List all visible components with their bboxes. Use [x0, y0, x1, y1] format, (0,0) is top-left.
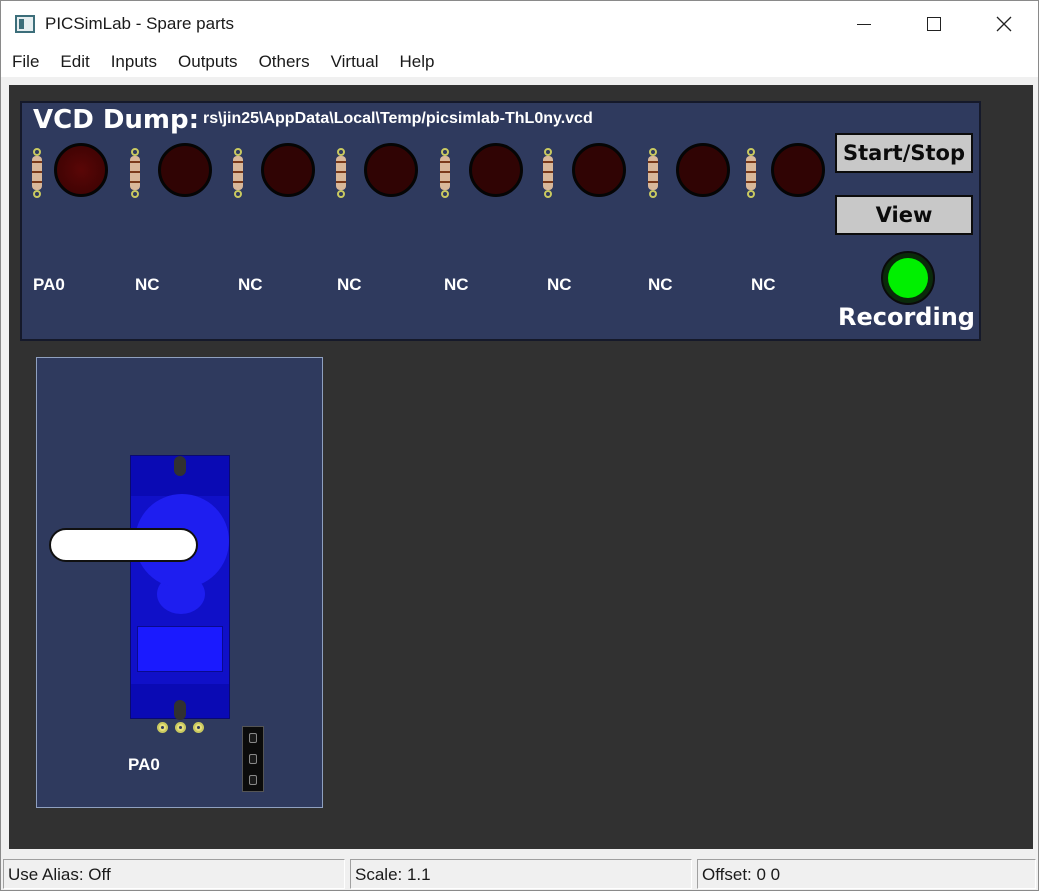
start-stop-button[interactable]: Start/Stop [835, 133, 973, 173]
mount-hole [174, 456, 186, 476]
menu-help[interactable]: Help [399, 52, 434, 72]
resistor-icon [233, 148, 243, 198]
channel-label: NC [444, 275, 469, 294]
vcd-dump-part[interactable]: VCD Dump: rs\jin25\AppData\Local\Temp/pi… [20, 101, 981, 341]
resistor-icon [336, 148, 346, 198]
resistor-icon [440, 148, 450, 198]
pin-header-connector [242, 726, 264, 792]
minimize-icon [857, 23, 871, 25]
channel-led [572, 143, 626, 197]
servo-label-plate [137, 626, 223, 672]
resistor-icon [648, 148, 658, 198]
channel-label: NC [751, 275, 776, 294]
app-icon [15, 15, 35, 33]
minimize-button[interactable] [829, 1, 899, 47]
mount-hole [174, 700, 186, 720]
channel-led [469, 143, 523, 197]
header-pin [249, 775, 257, 785]
parts-workspace[interactable]: VCD Dump: rs\jin25\AppData\Local\Temp/pi… [9, 85, 1033, 849]
channel-label: NC [547, 275, 572, 294]
channel-label: NC [337, 275, 362, 294]
header-pin [249, 754, 257, 764]
pin-icon [175, 722, 186, 733]
channel-led [54, 143, 108, 197]
resistor-icon [543, 148, 553, 198]
recording-led [888, 258, 928, 298]
channel-label: NC [648, 275, 673, 294]
vcd-file-path: rs\jin25\AppData\Local\Temp/picsimlab-Th… [203, 110, 593, 127]
channel-label: NC [238, 275, 263, 294]
channel-label: PA0 [33, 275, 65, 294]
menu-virtual[interactable]: Virtual [331, 52, 379, 72]
channel-led [158, 143, 212, 197]
menu-file[interactable]: File [12, 52, 39, 72]
menu-outputs[interactable]: Outputs [178, 52, 238, 72]
window-title: PICSimLab - Spare parts [45, 14, 234, 33]
menu-bar: File Edit Inputs Outputs Others Virtual … [1, 47, 1038, 77]
status-alias: Use Alias: Off [3, 859, 345, 889]
resistor-icon [746, 148, 756, 198]
channel-led [676, 143, 730, 197]
channel-led [261, 143, 315, 197]
pin-icon [157, 722, 168, 733]
resistor-icon [32, 148, 42, 198]
resistor-icon [130, 148, 140, 198]
servo-arm [49, 528, 198, 562]
maximize-button[interactable] [899, 1, 969, 47]
maximize-icon [927, 17, 941, 31]
status-offset: Offset: 0 0 [697, 859, 1036, 889]
servo-motor-part[interactable]: PA0 [36, 357, 323, 808]
vcd-title: VCD Dump: [33, 105, 200, 135]
recording-label: Recording [838, 303, 975, 331]
servo-pin-label: PA0 [128, 755, 160, 774]
menu-others[interactable]: Others [259, 52, 310, 72]
menu-edit[interactable]: Edit [60, 52, 89, 72]
app-window: PICSimLab - Spare parts File Edit Inputs… [0, 0, 1039, 891]
close-icon [996, 16, 1012, 32]
title-bar: PICSimLab - Spare parts [1, 1, 1038, 47]
channel-led [364, 143, 418, 197]
channel-led [771, 143, 825, 197]
status-bar: Use Alias: Off Scale: 1.1 Offset: 0 0 [1, 857, 1038, 890]
header-pin [249, 733, 257, 743]
status-scale: Scale: 1.1 [350, 859, 692, 889]
close-button[interactable] [969, 1, 1039, 47]
recording-indicator [881, 251, 935, 305]
pin-icon [193, 722, 204, 733]
menu-inputs[interactable]: Inputs [111, 52, 157, 72]
channel-label: NC [135, 275, 160, 294]
view-button[interactable]: View [835, 195, 973, 235]
servo-body [130, 455, 230, 720]
